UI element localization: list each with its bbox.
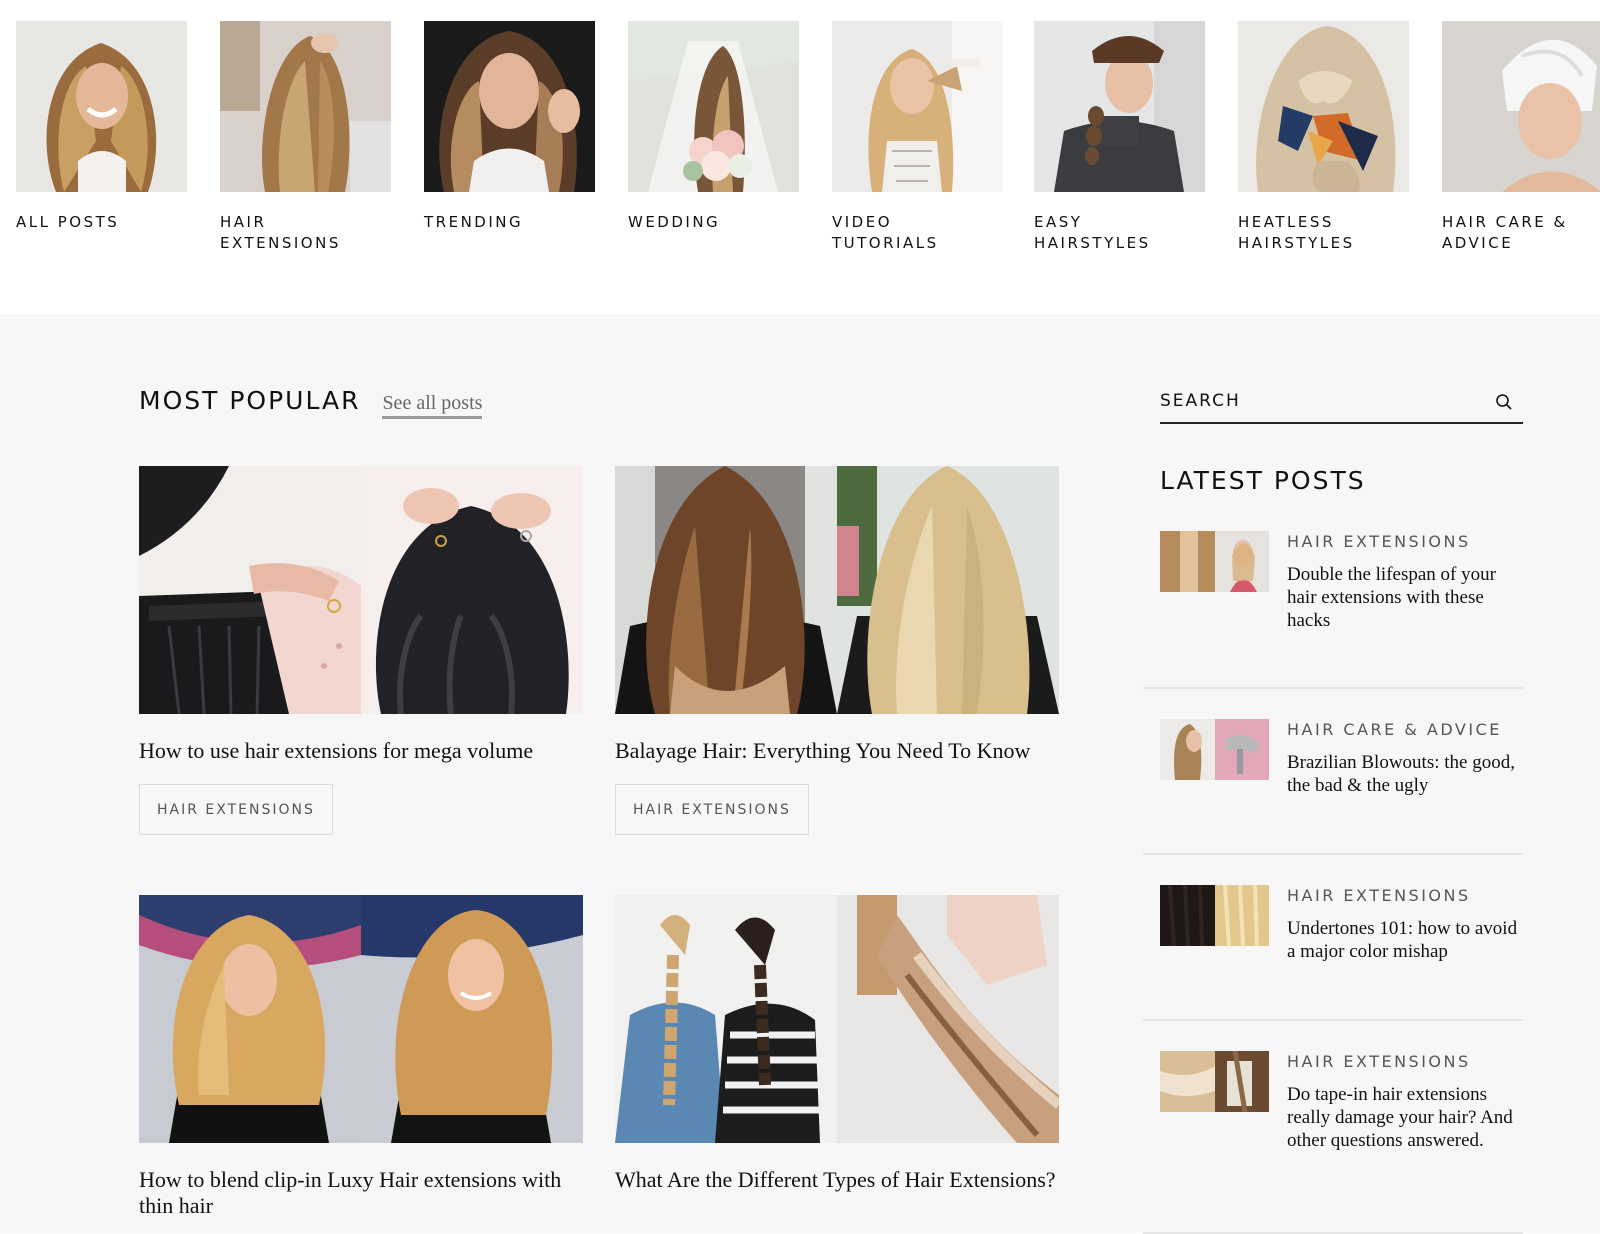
category-label[interactable]: TRENDING — [424, 212, 595, 233]
post-tag-button[interactable]: HAIR EXTENSIONS — [139, 784, 333, 835]
latest-post-title[interactable]: Double the lifespan of your hair extensi… — [1287, 563, 1523, 632]
search-input[interactable] — [1160, 386, 1480, 416]
post-image[interactable] — [139, 466, 583, 714]
category-label[interactable]: EASY HAIRSTYLES — [1034, 212, 1205, 254]
latest-post-thumbnail[interactable] — [1160, 885, 1269, 946]
latest-post-category[interactable]: HAIR EXTENSIONS — [1287, 1051, 1523, 1073]
category-label[interactable]: HEATLESS HAIRSTYLES — [1238, 212, 1409, 254]
post-title[interactable]: How to blend clip-in Luxy Hair extension… — [139, 1167, 583, 1219]
latest-post-title[interactable]: Undertones 101: how to avoid a major col… — [1287, 917, 1523, 963]
see-all-posts-link[interactable]: See all posts — [382, 392, 483, 419]
latest-post-item[interactable]: HAIR CARE & ADVICE Brazilian Blowouts: t… — [1143, 719, 1523, 855]
category-hair-care-advice[interactable]: HAIR CARE & ADVICE — [1442, 21, 1600, 254]
category-label[interactable]: HAIR CARE & ADVICE — [1442, 212, 1600, 254]
category-label[interactable]: VIDEO TUTORIALS — [832, 212, 1003, 254]
category-thumb-hair-care-advice[interactable] — [1442, 21, 1600, 192]
post-title[interactable]: Balayage Hair: Everything You Need To Kn… — [615, 738, 1059, 764]
category-easy-hairstyles[interactable]: EASY HAIRSTYLES — [1034, 21, 1205, 254]
category-trending[interactable]: TRENDING — [424, 21, 595, 233]
most-popular-header: MOST POPULAR See all posts — [139, 386, 483, 419]
latest-post-thumbnail[interactable] — [1160, 719, 1269, 780]
latest-post-title[interactable]: Do tape-in hair extensions really damage… — [1287, 1083, 1523, 1152]
popular-post-card[interactable]: What Are the Different Types of Hair Ext… — [615, 895, 1059, 1193]
category-thumb-wedding[interactable] — [628, 21, 799, 192]
latest-post-item[interactable]: HAIR EXTENSIONS Do tape-in hair extensio… — [1143, 1051, 1523, 1234]
post-image[interactable] — [139, 895, 583, 1143]
post-image[interactable] — [615, 466, 1059, 714]
latest-post-title[interactable]: Brazilian Blowouts: the good, the bad & … — [1287, 751, 1523, 797]
search-icon[interactable] — [1495, 393, 1513, 411]
most-popular-title: MOST POPULAR — [139, 386, 361, 415]
popular-post-card[interactable]: Balayage Hair: Everything You Need To Kn… — [615, 466, 1059, 835]
latest-post-category[interactable]: HAIR EXTENSIONS — [1287, 531, 1523, 553]
latest-post-thumbnail[interactable] — [1160, 1051, 1269, 1112]
latest-post-thumbnail[interactable] — [1160, 531, 1269, 592]
category-label[interactable]: WEDDING — [628, 212, 799, 233]
category-strip: ALL POSTS HAIR EXTENSIONS TRENDING WEDDI… — [0, 0, 1600, 314]
category-all-posts[interactable]: ALL POSTS — [16, 21, 187, 233]
post-title[interactable]: How to use hair extensions for mega volu… — [139, 738, 583, 764]
category-label[interactable]: ALL POSTS — [16, 212, 187, 233]
post-tag-button[interactable]: HAIR EXTENSIONS — [615, 784, 809, 835]
category-video-tutorials[interactable]: VIDEO TUTORIALS — [832, 21, 1003, 254]
latest-posts-title: LATEST POSTS — [1160, 466, 1366, 495]
main-content: MOST POPULAR See all posts How to use ha… — [0, 314, 1600, 1234]
post-title[interactable]: What Are the Different Types of Hair Ext… — [615, 1167, 1059, 1193]
latest-post-category[interactable]: HAIR CARE & ADVICE — [1287, 719, 1523, 741]
category-wedding[interactable]: WEDDING — [628, 21, 799, 233]
latest-post-item[interactable]: HAIR EXTENSIONS Double the lifespan of y… — [1143, 531, 1523, 689]
category-thumb-heatless-hairstyles[interactable] — [1238, 21, 1409, 192]
latest-post-category[interactable]: HAIR EXTENSIONS — [1287, 885, 1523, 907]
category-thumb-hair-extensions[interactable] — [220, 21, 391, 192]
category-thumb-all-posts[interactable] — [16, 21, 187, 192]
latest-post-item[interactable]: HAIR EXTENSIONS Undertones 101: how to a… — [1143, 885, 1523, 1021]
search-box — [1160, 386, 1523, 424]
category-thumb-video-tutorials[interactable] — [832, 21, 1003, 192]
popular-post-card[interactable]: How to use hair extensions for mega volu… — [139, 466, 583, 835]
post-image[interactable] — [615, 895, 1059, 1143]
category-thumb-easy-hairstyles[interactable] — [1034, 21, 1205, 192]
category-thumb-trending[interactable] — [424, 21, 595, 192]
popular-post-card[interactable]: How to blend clip-in Luxy Hair extension… — [139, 895, 583, 1219]
category-heatless-hairstyles[interactable]: HEATLESS HAIRSTYLES — [1238, 21, 1409, 254]
category-label[interactable]: HAIR EXTENSIONS — [220, 212, 391, 254]
category-hair-extensions[interactable]: HAIR EXTENSIONS — [220, 21, 391, 254]
